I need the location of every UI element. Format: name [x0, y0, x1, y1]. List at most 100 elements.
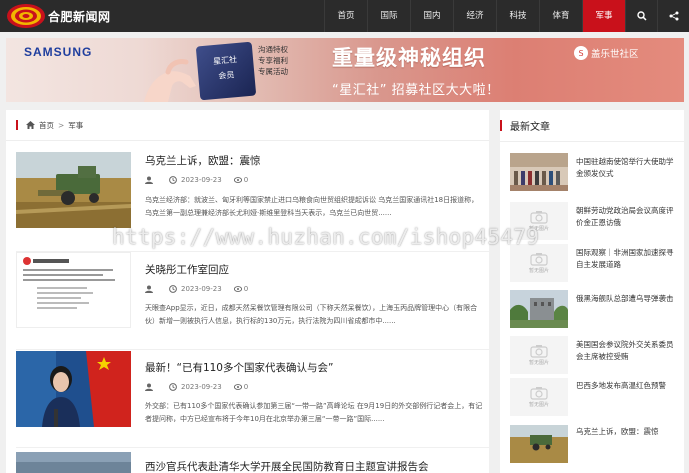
logo-mark-icon: [7, 4, 45, 28]
article-title[interactable]: 关晓彤工作室回应: [145, 262, 229, 277]
breadcrumb-current[interactable]: 军事: [68, 120, 83, 131]
camera-icon: [530, 211, 548, 224]
placeholder-label: 暂无图片: [528, 402, 549, 408]
article-meta: 2023-09-23 0: [145, 285, 248, 293]
card-line-1: 星汇社: [212, 55, 238, 67]
list-item[interactable]: 西沙官兵代表赴清华大学开展全民国防教育日主题宣讲报告会: [16, 448, 489, 473]
article-list-panel: 首页 > 军事 乌克兰上诉，欧盟：震惊 2023-09-23 0 乌克兰经济部：…: [6, 110, 489, 473]
article-summary: 外交部：已有110多个国家代表确认参加第三届“一带一路”高峰论坛 在9月19日的…: [145, 402, 483, 423]
news-image-icon: [16, 452, 131, 473]
placeholder-label: 暂无图片: [528, 360, 549, 366]
list-item[interactable]: 最新！“已有110多个国家代表确认与会” 2023-09-23 0 外交部：已有…: [16, 350, 489, 448]
placeholder-image: 暂无图片: [510, 244, 568, 282]
article-summary: 天眼查App显示，近日，成都天然呆餐饮管理有限公司（下称天然呆餐饮），上海玉丙品…: [145, 304, 478, 325]
comment-icon: [233, 286, 242, 292]
hand-illustration-icon: [144, 59, 196, 102]
sidebar-item-title[interactable]: 巴西多地发布高温红色预警: [576, 380, 680, 392]
building-image-icon: [510, 290, 568, 328]
nav-item-military[interactable]: 军事: [582, 0, 625, 32]
banner-community-logo: S 盖乐世社区: [574, 46, 639, 60]
sidebar-item-title[interactable]: 朝鲜劳动党政治局会议高度评价金正恩访俄: [576, 205, 680, 229]
sidebar-thumbnail[interactable]: [510, 153, 568, 191]
author-icon: [145, 383, 153, 391]
nav-item-economy[interactable]: 经济: [453, 0, 496, 32]
sidebar-item-title[interactable]: 美国国会参议院外交关系委员会主席被控受贿: [576, 339, 680, 363]
sidebar-item-title[interactable]: 中国驻越南使馆举行大使助学金颁发仪式: [576, 156, 680, 180]
site-header: 合肥新闻网 首页 国际 国内 经济 科技 体育 军事: [0, 0, 689, 32]
article-title[interactable]: 最新！“已有110多个国家代表确认与会”: [145, 360, 333, 375]
sidebar-thumbnail[interactable]: 暂无图片: [510, 244, 568, 282]
site-name: 合肥新闻网: [48, 9, 111, 24]
article-date: 2023-09-23: [181, 176, 222, 184]
banner-logo-text: 盖乐世社区: [591, 49, 639, 60]
benefit-line: 沟通特权: [258, 45, 288, 54]
article-thumbnail[interactable]: [16, 452, 131, 473]
placeholder-label: 暂无图片: [528, 268, 549, 274]
benefit-line: 专享福利: [258, 56, 288, 65]
banner-brand: SAMSUNG: [24, 45, 93, 59]
nav-item-tech[interactable]: 科技: [496, 0, 539, 32]
nav-item-international[interactable]: 国际: [367, 0, 410, 32]
nav-item-home[interactable]: 首页: [324, 0, 367, 32]
article-thumbnail[interactable]: [16, 351, 131, 427]
article-meta: 2023-09-23 0: [145, 383, 248, 391]
clock-icon: [169, 383, 177, 391]
list-item[interactable]: 乌克兰上诉，欧盟：震惊 2023-09-23 0 乌克兰经济部：就波兰、匈牙利等…: [16, 152, 489, 252]
site-logo[interactable]: 合肥新闻网: [6, 2, 111, 30]
list-item[interactable]: 关晓彤工作室回应 2023-09-23 0 天眼查App显示，近日，成都天然呆餐…: [16, 252, 489, 350]
clock-icon: [169, 176, 177, 184]
article-summary: 乌克兰经济部：就波兰、匈牙利等国家禁止进口乌粮食向世贸组织提起诉讼 乌克兰国家通…: [145, 196, 479, 217]
press-conference-image-icon: [16, 351, 131, 427]
banner-subtitle: “星汇社” 招募社区大大啦！: [332, 83, 500, 98]
banner-title: 重量级神秘组织: [332, 46, 486, 70]
article-date: 2023-09-23: [181, 285, 222, 293]
sidebar-thumbnail[interactable]: 暂无图片: [510, 202, 568, 240]
harvester-image-icon: [16, 152, 131, 228]
placeholder-image: 暂无图片: [510, 336, 568, 374]
author-icon: [145, 285, 153, 293]
nav-item-domestic[interactable]: 国内: [410, 0, 453, 32]
nav-item-sports[interactable]: 体育: [539, 0, 582, 32]
breadcrumb: 首页 > 军事: [6, 110, 489, 141]
accent-bar: [500, 120, 502, 131]
sidebar-thumbnail[interactable]: 暂无图片: [510, 336, 568, 374]
group-photo-image-icon: [510, 153, 568, 191]
home-icon: [26, 121, 35, 129]
sidebar-item-title[interactable]: 俄黑海舰队总部遭乌导弹袭击: [576, 293, 680, 305]
main-nav: 首页 国际 国内 经济 科技 体育 军事: [324, 0, 689, 32]
latest-articles-sidebar: 最新文章 中国驻越南使馆举行大使助学金颁发仪式 暂无图片 朝鲜劳动党政治局会议高…: [500, 110, 684, 473]
sidebar-thumbnail[interactable]: [510, 290, 568, 328]
card-line-2: 会员: [218, 70, 235, 81]
share-button[interactable]: [657, 0, 689, 32]
clock-icon: [169, 285, 177, 293]
accent-bar: [16, 120, 18, 130]
article-thumbnail[interactable]: [16, 152, 131, 228]
community-logo-icon: S: [574, 46, 588, 60]
sidebar-header: 最新文章: [500, 110, 684, 142]
share-icon: [669, 11, 678, 21]
sidebar-thumbnail[interactable]: [510, 425, 568, 463]
sidebar-item-title[interactable]: 乌克兰上诉，欧盟：震惊: [576, 426, 680, 438]
comment-count: 0: [243, 383, 249, 391]
comment-count: 0: [243, 285, 249, 293]
sidebar-thumbnail[interactable]: 暂无图片: [510, 378, 568, 416]
camera-icon: [530, 387, 548, 400]
comment-icon: [233, 384, 242, 390]
article-meta: 2023-09-23 0: [145, 176, 248, 184]
placeholder-image: 暂无图片: [510, 378, 568, 416]
sidebar-item-title[interactable]: 国际观察｜非洲国家加速探寻自主发展道路: [576, 247, 680, 271]
ad-banner[interactable]: SAMSUNG 星汇社 会员 沟通特权 专享福利 专属活动 重量级神秘组织 “星…: [6, 38, 684, 102]
breadcrumb-home-link[interactable]: 首页: [39, 120, 54, 131]
camera-icon: [530, 345, 548, 358]
comment-icon: [233, 177, 242, 183]
placeholder-label: 暂无图片: [528, 226, 549, 232]
search-button[interactable]: [625, 0, 657, 32]
sidebar-title: 最新文章: [510, 122, 550, 133]
article-title[interactable]: 西沙官兵代表赴清华大学开展全民国防教育日主题宣讲报告会: [145, 459, 429, 473]
article-title[interactable]: 乌克兰上诉，欧盟：震惊: [145, 153, 261, 168]
author-icon: [145, 176, 153, 184]
document-image-icon: [23, 257, 115, 309]
banner-benefits: 沟通特权 专享福利 专属活动: [258, 44, 288, 77]
article-thumbnail[interactable]: [16, 252, 131, 328]
comment-count: 0: [243, 176, 249, 184]
